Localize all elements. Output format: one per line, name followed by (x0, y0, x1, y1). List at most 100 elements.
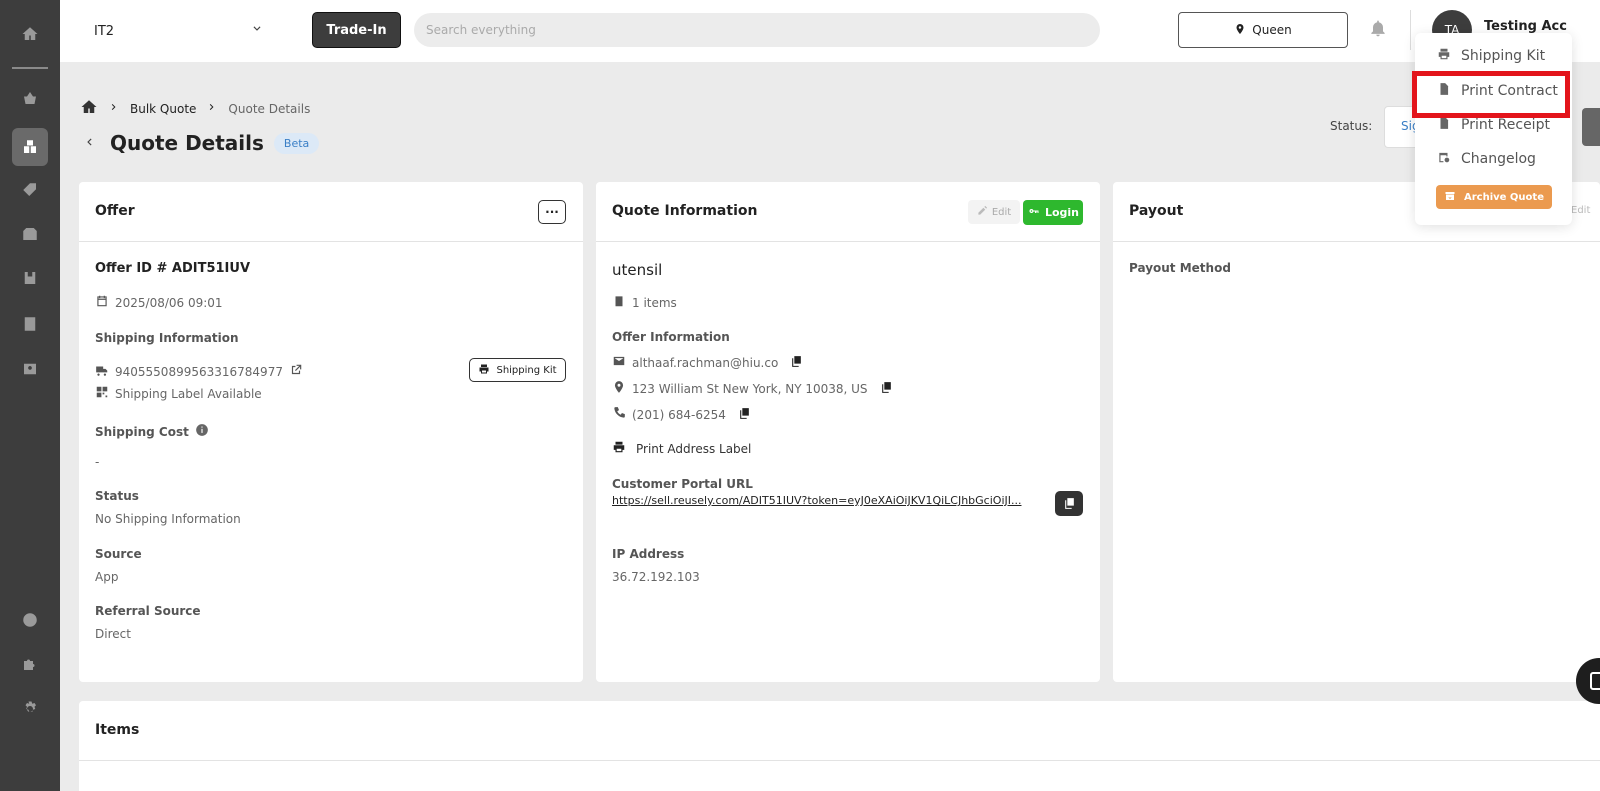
chevron-down-icon (250, 22, 264, 40)
customer-name: utensil (612, 261, 663, 279)
portal-url-link[interactable]: https://sell.reusely.com/ADIT51IUV?token… (612, 494, 1037, 507)
login-button[interactable]: Login (1023, 200, 1083, 225)
menu-item-print-receipt[interactable]: Print Receipt (1437, 116, 1550, 134)
breadcrumb-bulk-quote[interactable]: Bulk Quote (130, 102, 196, 116)
source-label: Source (95, 547, 142, 561)
printer-icon (612, 440, 626, 457)
edit-button[interactable]: Edit (968, 200, 1020, 224)
status-label: Status: (1330, 119, 1373, 133)
shipping-cost-value: - (95, 455, 100, 469)
login-label: Login (1044, 206, 1080, 219)
calendar-clock-icon (1437, 150, 1451, 168)
search-input[interactable] (414, 13, 1100, 47)
highlight-box (1412, 71, 1570, 118)
offer-date-row: 2025/08/06 09:01 (95, 294, 223, 311)
calendar-icon (95, 294, 109, 311)
print-address-label-text: Print Address Label (636, 441, 752, 456)
payout-edit-button[interactable]: Edit (1571, 205, 1590, 216)
breadcrumb-quote-details: Quote Details (228, 101, 311, 116)
boxes-icon[interactable] (18, 135, 42, 159)
more-actions-button[interactable] (1582, 108, 1600, 146)
copy-url-button[interactable] (1055, 491, 1083, 516)
sidebar-divider (12, 67, 48, 69)
archive-quote-button[interactable]: Archive Quote (1436, 185, 1552, 209)
shipping-kit-button[interactable]: Shipping Kit (469, 358, 566, 382)
menu-item-changelog[interactable]: Changelog (1437, 150, 1536, 168)
payout-card: Payout Edit Payout Method (1113, 182, 1600, 682)
mail-icon (612, 354, 626, 371)
location-label: Queen (1252, 23, 1292, 37)
store-select[interactable]: IT2 (94, 20, 264, 42)
sidebar (0, 0, 60, 791)
bell-icon[interactable] (1368, 18, 1390, 42)
items-count-row: 1 items (612, 294, 677, 311)
tracking-row: 9405550899563316784977 (95, 363, 303, 380)
offer-more-button[interactable]: ··· (538, 200, 566, 224)
offer-id: Offer ID # ADIT51IUV (95, 261, 251, 276)
inventory-icon[interactable] (18, 266, 42, 290)
tag-icon[interactable] (18, 178, 42, 202)
customer-email: althaaf.rachman@hiu.co (632, 355, 779, 370)
clipboard-icon (612, 294, 626, 311)
contacts-icon[interactable] (18, 357, 42, 381)
archive-icon (1444, 190, 1456, 205)
offer-info-label: Offer Information (612, 330, 730, 344)
phone-icon (612, 406, 626, 423)
menu-item-shipping-kit[interactable]: Shipping Kit (1437, 47, 1545, 65)
store-select-value: IT2 (94, 23, 115, 39)
shipping-info-label: Shipping Information (95, 331, 239, 345)
items-card: Items (79, 701, 1600, 791)
phone-row: (201) 684-6254 (612, 406, 751, 423)
breadcrumb-home-icon[interactable] (80, 98, 98, 119)
divider (1410, 10, 1411, 50)
home-icon[interactable] (18, 22, 42, 46)
top-bar: IT2 Trade-In Queen TA Testing Acc (60, 0, 1600, 62)
ip-value: 36.72.192.103 (612, 570, 700, 584)
document-icon (1437, 116, 1451, 134)
shipping-label-status: Shipping Label Available (115, 386, 262, 401)
source-value: App (95, 570, 119, 584)
actions-dropdown-menu: Shipping Kit Print Contract Print Receip… (1415, 33, 1572, 225)
basket-icon[interactable] (18, 86, 42, 110)
document-icon[interactable] (18, 312, 42, 336)
copy-icon[interactable] (738, 407, 751, 423)
payout-method-label: Payout Method (1129, 261, 1231, 275)
gear-icon[interactable] (18, 697, 42, 721)
beta-badge: Beta (273, 132, 320, 154)
location-button[interactable]: Queen (1178, 12, 1348, 48)
offer-card: Offer ··· Offer ID # ADIT51IUV 2025/08/0… (79, 182, 583, 682)
page-title: Quote Details (110, 131, 264, 155)
back-arrow-icon[interactable] (82, 134, 96, 153)
archive-quote-label: Archive Quote (1464, 191, 1544, 203)
copy-icon (1064, 498, 1074, 509)
tracking-number[interactable]: 9405550899563316784977 (115, 365, 283, 379)
shipping-cost-label: Shipping Cost (95, 424, 189, 439)
pencil-icon (977, 205, 988, 219)
puzzle-icon[interactable] (18, 652, 42, 676)
help-icon[interactable] (18, 608, 42, 632)
chevron-right-icon (206, 101, 218, 116)
trade-in-button[interactable]: Trade-In (312, 12, 401, 48)
shipping-status-label: Status (95, 489, 139, 503)
copy-icon[interactable] (790, 355, 803, 371)
print-address-label[interactable]: Print Address Label (612, 440, 751, 457)
referral-value: Direct (95, 627, 131, 641)
shipping-label-row: Shipping Label Available (95, 385, 262, 402)
quote-info-card: Quote Information Edit Login utensil 1 i… (596, 182, 1100, 682)
menu-item-label: Changelog (1461, 151, 1536, 167)
title-row: Quote Details Beta (82, 131, 320, 155)
package-icon[interactable] (18, 222, 42, 246)
qr-code-icon (95, 385, 109, 402)
external-link-icon[interactable] (289, 363, 303, 380)
items-title: Items (95, 722, 140, 738)
offer-date: 2025/08/06 09:01 (115, 295, 223, 310)
copy-icon[interactable] (880, 381, 893, 397)
address-row: 123 William St New York, NY 10038, US (612, 380, 893, 397)
info-icon[interactable] (195, 423, 209, 440)
user-name[interactable]: Testing Acc (1484, 19, 1567, 34)
items-header: Items (79, 701, 1600, 761)
items-count: 1 items (632, 295, 677, 310)
offer-card-title: Offer (95, 203, 135, 219)
breadcrumb: Bulk Quote Quote Details (80, 98, 310, 119)
truck-icon (95, 363, 109, 380)
